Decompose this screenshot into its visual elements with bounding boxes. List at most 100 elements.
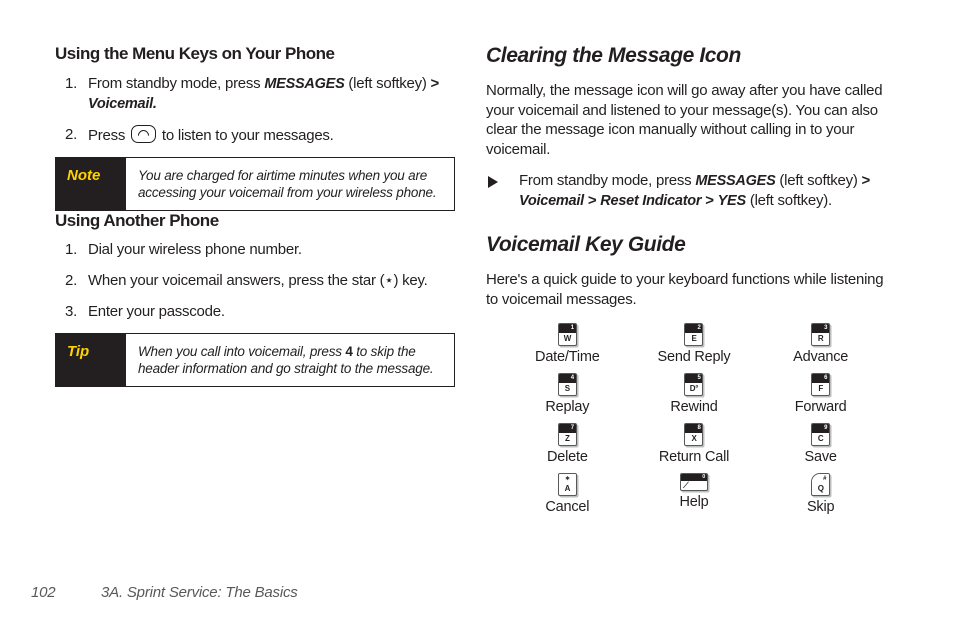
- heading-voicemail-key-guide: Voicemail Key Guide: [486, 233, 686, 257]
- key-function-label: Date/Time: [535, 349, 600, 366]
- step-number: 2.: [64, 125, 77, 143]
- paragraph-key-guide: Here's a quick guide to your keyboard fu…: [486, 271, 884, 308]
- key-function-label: Save: [804, 449, 837, 466]
- key-letter: ⁄: [684, 480, 688, 491]
- emphasis-messages: MESSAGES: [695, 173, 776, 190]
- key-function-label: Delete: [546, 449, 588, 466]
- key-function-label: Send Reply: [657, 349, 731, 366]
- phone-key-icon: 3R: [811, 323, 831, 347]
- step-number: 1.: [64, 241, 77, 259]
- key-number: 7: [558, 424, 576, 434]
- key-function-label: Advance: [793, 349, 849, 366]
- bullet-text-mid: (left softkey): [775, 172, 862, 190]
- key-guide-item: 3 R Advance: [757, 323, 884, 365]
- bullet-text-after: (left softkey).: [745, 192, 832, 210]
- voicemail-key-grid: 1 W Date/Time 2 E Send Reply 3 R Advance 4 S Replay…: [504, 323, 884, 515]
- key-guide-item: 6 F Forward: [757, 373, 884, 415]
- key-letter: Q: [817, 484, 824, 494]
- left-column: Using the Menu Keys on Your Phone 1. From…: [55, 44, 459, 388]
- emphasis-messages: MESSAGES: [264, 75, 345, 92]
- phone-key-icon: 0 ⁄: [679, 473, 708, 492]
- key-function-label: Skip: [806, 499, 835, 516]
- key-guide-item: 0 ⁄ Help: [631, 473, 758, 515]
- step-number: 2.: [64, 272, 77, 290]
- heading-using-another-phone: Using Another Phone: [55, 210, 219, 230]
- list-item: From standby mode, press MESSAGES (left …: [486, 171, 898, 211]
- phone-key-icon: 1W: [557, 323, 577, 347]
- step-text-before: Press: [88, 126, 130, 144]
- step-text-after: .: [152, 95, 157, 112]
- step-text-mid: (left softkey): [344, 74, 431, 92]
- phone-key-icon: 2E: [684, 323, 704, 347]
- tip-key-number: 4: [345, 344, 353, 360]
- note-callout: Note You are charged for airtime minutes…: [55, 156, 455, 211]
- phone-key-icon: 5 D°: [684, 373, 704, 397]
- right-column: Clearing the Message Icon Normally, the …: [486, 44, 898, 515]
- paragraph-clearing-message-icon: Normally, the message icon will go away …: [486, 82, 883, 158]
- step-number: 3.: [64, 303, 77, 321]
- step-text-before: From standby mode, press: [88, 74, 265, 92]
- footer-section-title: 3A. Sprint Service: The Basics: [101, 584, 298, 601]
- key-number: #: [812, 474, 830, 484]
- steps-menu-keys: 1. From standby mode, press MESSAGES (lef…: [55, 74, 459, 146]
- heading-clearing-message-icon: Clearing the Message Icon: [486, 44, 741, 67]
- list-item: 2. Press to listen to your messages.: [55, 124, 459, 146]
- list-item: 2. When your voicemail answers, press the…: [55, 271, 459, 291]
- emphasis-reset-indicator: Reset Indicator: [600, 193, 702, 210]
- phone-key-icon: 6F: [811, 373, 831, 397]
- key-function-label: Help: [679, 494, 709, 511]
- triangle-bullet-icon: [488, 176, 498, 189]
- list-item: 1. From standby mode, press MESSAGES (lef…: [55, 74, 459, 114]
- step-text: When your voicemail answers, press the s…: [88, 272, 428, 290]
- key-letter: W: [563, 334, 572, 344]
- step-text: Dial your wireless phone number.: [88, 241, 302, 259]
- chevron-separator: >: [587, 192, 597, 210]
- phone-key-icon: 8X: [684, 423, 704, 447]
- key-guide-item: 4 S Replay: [504, 373, 631, 415]
- key-number: 2: [685, 324, 703, 334]
- page-number: 102: [31, 584, 56, 601]
- key-function-label: Return Call: [658, 449, 730, 466]
- key-guide-item: 8 X Return Call: [631, 423, 758, 465]
- key-function-label: Cancel: [545, 499, 590, 516]
- key-letter: E: [691, 334, 697, 344]
- note-text: You are charged for airtime minutes when…: [138, 167, 437, 200]
- key-guide-item: ∗ A Cancel: [504, 473, 631, 515]
- key-guide-item: 9 C Save: [757, 423, 884, 465]
- key-letter: Z: [565, 434, 570, 444]
- key-guide-item: 2 E Send Reply: [631, 323, 758, 365]
- key-letter: A: [564, 484, 571, 494]
- key-guide-item: 1 W Date/Time: [504, 323, 631, 365]
- key-function-label: Replay: [545, 399, 590, 416]
- key-guide-item: 5 D° Rewind: [631, 373, 758, 415]
- key-letter: X: [691, 434, 697, 444]
- chevron-separator: >: [861, 172, 871, 190]
- key-function-label: Rewind: [670, 399, 718, 416]
- key-number: 8: [685, 424, 703, 434]
- key-number: ∗: [558, 474, 576, 484]
- chevron-separator: >: [430, 74, 440, 92]
- key-letter: R: [817, 334, 824, 344]
- key-letter: D°: [689, 384, 699, 394]
- key-letter: S: [564, 384, 570, 394]
- key-guide-item: # Q Skip: [757, 473, 884, 515]
- key-letter: C: [817, 434, 824, 444]
- phone-key-icon: 4S: [557, 373, 577, 397]
- emphasis-voicemail: Voicemail: [519, 193, 584, 210]
- emphasis-voicemail: Voicemail: [88, 95, 153, 112]
- manual-page: Using the Menu Keys on Your Phone 1. From…: [0, 0, 954, 636]
- key-number: 1: [558, 324, 576, 334]
- talk-key-icon: [131, 124, 157, 143]
- tip-text: When you call into voicemail, press 4 to…: [126, 334, 454, 386]
- tip-text-before: When you call into voicemail, press: [138, 344, 346, 360]
- phone-key-icon: ∗ A: [557, 473, 577, 497]
- key-guide-item: 7 Z Delete: [504, 423, 631, 465]
- phone-key-icon: # Q: [811, 473, 831, 497]
- tip-label: Tip: [56, 334, 126, 387]
- key-number: 4: [558, 374, 576, 384]
- step-text-after: to listen to your messages.: [158, 126, 334, 144]
- key-number: 9: [812, 424, 830, 434]
- tip-callout: Tip When you call into voicemail, press …: [55, 333, 455, 388]
- bullet-text-before: From standby mode, press: [519, 172, 696, 190]
- list-item: 1. Dial your wireless phone number.: [55, 240, 459, 260]
